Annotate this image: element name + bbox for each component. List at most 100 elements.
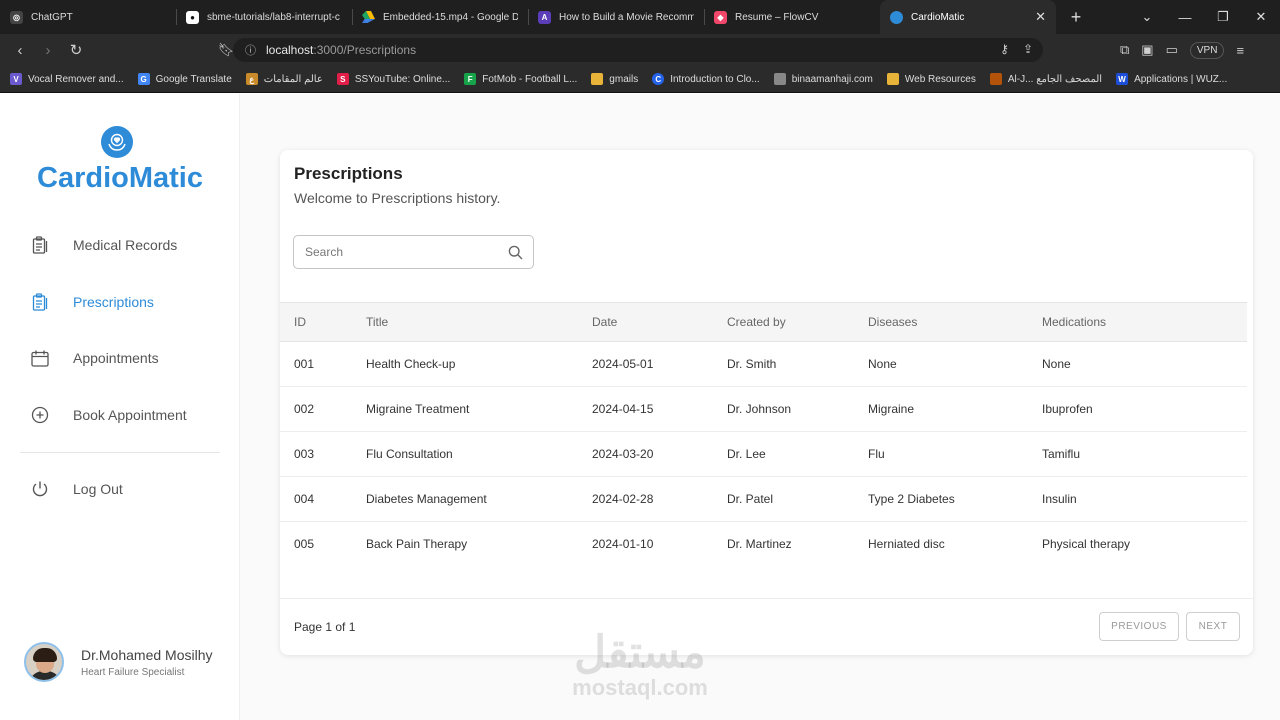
bookmark-label: Applications | WUZ... (1134, 73, 1228, 85)
cell-title: Back Pain Therapy (366, 537, 468, 552)
cell-diseases: Migraine (868, 386, 1042, 432)
cell-medications: None (1042, 341, 1247, 387)
column-header-medications[interactable]: Medications (1042, 303, 1247, 342)
cell-id: 005 (294, 537, 315, 552)
reload-button[interactable]: ↻ (62, 41, 90, 59)
avatar (24, 642, 64, 682)
bookmark-item[interactable]: V Vocal Remover and... (10, 73, 124, 85)
chevron-down-icon[interactable]: ⌄ (1128, 9, 1166, 25)
cell-created-by: Dr. Martinez (727, 537, 792, 552)
column-header-title[interactable]: Title (366, 303, 592, 342)
extensions-icon[interactable]: ⧉ (1120, 42, 1129, 58)
watermark-arabic: مستقل (574, 628, 706, 677)
browser-tab[interactable]: ● sbme-tutorials/lab8-interrupt-c (176, 0, 352, 34)
close-window-button[interactable]: ✕ (1242, 9, 1280, 25)
prescriptions-table: ID Title Date Created by Diseases Medica… (280, 302, 1247, 567)
cell-created-by: Dr. Smith (727, 341, 868, 387)
search-input[interactable] (305, 245, 507, 259)
clipboard-icon (30, 235, 50, 255)
bookmark-item[interactable]: S SSYouTube: Online... (336, 73, 450, 85)
sidebar-divider (20, 452, 220, 453)
calendar-icon (30, 348, 50, 368)
search-box[interactable] (293, 235, 534, 269)
url-path: :3000/Prescriptions (313, 43, 417, 57)
cell-id: 004 (280, 476, 366, 522)
table-row[interactable]: 001 Health Check-up 2024-05-01 Dr. Smith… (280, 341, 1247, 387)
share-icon[interactable]: ⇪ (1023, 42, 1033, 56)
cell-diseases: None (868, 341, 1042, 387)
column-header-created-by[interactable]: Created by (727, 303, 868, 342)
back-button[interactable]: ‹ (6, 42, 34, 59)
browser-tab-active[interactable]: CardioMatic ✕ (880, 0, 1056, 34)
ssyoutube-icon: S (336, 73, 349, 85)
sidebar-item-medical-records[interactable]: Medical Records (30, 234, 177, 256)
sidebar-item-label: Medical Records (73, 237, 178, 253)
bookmark-item[interactable]: Al-J... المصحف الجامع (989, 73, 1102, 85)
bookmark-item[interactable]: C Introduction to Clo... (652, 73, 760, 85)
sidebar-item-label: Prescriptions (73, 294, 154, 310)
table-row[interactable]: 004 Diabetes Management 2024-02-28 Dr. P… (280, 476, 1247, 522)
bookmark-item[interactable]: F FotMob - Football L... (464, 73, 577, 85)
site-info-icon[interactable]: ⓘ (245, 42, 256, 58)
browser-tab[interactable]: ◆ Resume – FlowCV (704, 0, 880, 34)
maximize-button[interactable]: ❐ (1204, 9, 1242, 25)
url-bar[interactable]: ⓘ localhost:3000/Prescriptions ⚷ ⇪ (233, 38, 1043, 62)
bookmark-item[interactable]: Web Resources (886, 73, 976, 85)
maqamat-icon: ع (245, 73, 258, 85)
tab-label: CardioMatic (911, 11, 965, 23)
vpn-button[interactable]: VPN (1189, 41, 1225, 59)
tab-label: sbme-tutorials/lab8-interrupt-c (207, 11, 340, 23)
new-tab-button[interactable]: + (1064, 5, 1088, 29)
analytics-vidhya-icon: A (538, 10, 551, 24)
next-page-button[interactable]: NEXT (1186, 612, 1240, 641)
column-header-date[interactable]: Date (592, 303, 727, 342)
fotmob-icon: F (464, 73, 477, 85)
tab-label: Embedded-15.mp4 - Google Dr (383, 11, 518, 23)
browser-tab[interactable]: A How to Build a Movie Recomm (528, 0, 704, 34)
heart-hands-icon (101, 126, 133, 158)
brand-logo[interactable]: CardioMatic (0, 162, 240, 195)
logout-button[interactable]: Log Out (30, 478, 123, 500)
bookmark-item[interactable]: G Google Translate (137, 73, 232, 85)
sidebar-item-appointments[interactable]: Appointments (30, 347, 159, 369)
column-header-diseases[interactable]: Diseases (868, 303, 1042, 342)
minimize-button[interactable]: — (1166, 10, 1204, 25)
google-drive-icon (362, 11, 375, 24)
column-header-id[interactable]: ID (280, 303, 366, 342)
bookmark-label: Vocal Remover and... (28, 73, 124, 85)
sidebar-item-label: Book Appointment (73, 407, 187, 423)
bookmark-item[interactable]: gmails (591, 73, 638, 85)
menu-icon[interactable]: ≡ (1236, 43, 1244, 58)
bookmark-label: binaamanhaji.com (791, 73, 873, 85)
browser-tab[interactable]: Embedded-15.mp4 - Google Dr (352, 0, 528, 34)
bookmark-item[interactable]: ع عالم المقامات (245, 73, 323, 85)
bookmark-item[interactable]: binaamanhaji.com (773, 73, 873, 85)
wallet-icon[interactable]: ▭ (1166, 42, 1178, 58)
address-bar-row: ‹ › ↻ 🔖︎ ⓘ localhost:3000/Prescriptions … (0, 34, 1280, 66)
browser-tab[interactable]: ◎ ChatGPT (0, 0, 176, 34)
close-icon[interactable]: ✕ (1035, 9, 1046, 25)
table-row[interactable]: 003 Flu Consultation 2024-03-20 Dr. Lee … (280, 431, 1247, 477)
search-icon[interactable] (507, 244, 523, 260)
sidebar-icon[interactable]: ▣ (1141, 42, 1153, 58)
page-title: Prescriptions (294, 164, 403, 183)
folder-icon (591, 73, 604, 85)
bookmark-item[interactable]: W Applications | WUZ... (1116, 73, 1227, 85)
table-row[interactable]: 005 Back Pain Therapy 2024-01-10 Dr. Mar… (280, 522, 1247, 567)
watermark-latin: mostaql.com (572, 675, 708, 700)
previous-page-button[interactable]: PREVIOUS (1099, 612, 1179, 641)
bookmark-label: gmails (609, 73, 639, 85)
url-host: localhost (266, 43, 314, 57)
cell-id: 001 (280, 341, 366, 387)
bookmark-label: FotMob - Football L... (482, 73, 578, 85)
user-profile[interactable]: Dr.Mohamed Mosilhy Heart Failure Special… (24, 642, 213, 682)
cell-diseases: Flu (868, 431, 1042, 477)
cell-diseases: Herniated disc (868, 537, 945, 552)
sidebar-item-book-appointment[interactable]: Book Appointment (30, 404, 187, 426)
tab-label: ChatGPT (31, 11, 73, 23)
chatgpt-icon: ◎ (10, 10, 23, 24)
table-row[interactable]: 002 Migraine Treatment 2024-04-15 Dr. Jo… (280, 386, 1247, 432)
sidebar-item-prescriptions[interactable]: Prescriptions (30, 291, 154, 313)
forward-button[interactable]: › (34, 42, 62, 59)
key-icon[interactable]: ⚷ (1000, 42, 1009, 56)
